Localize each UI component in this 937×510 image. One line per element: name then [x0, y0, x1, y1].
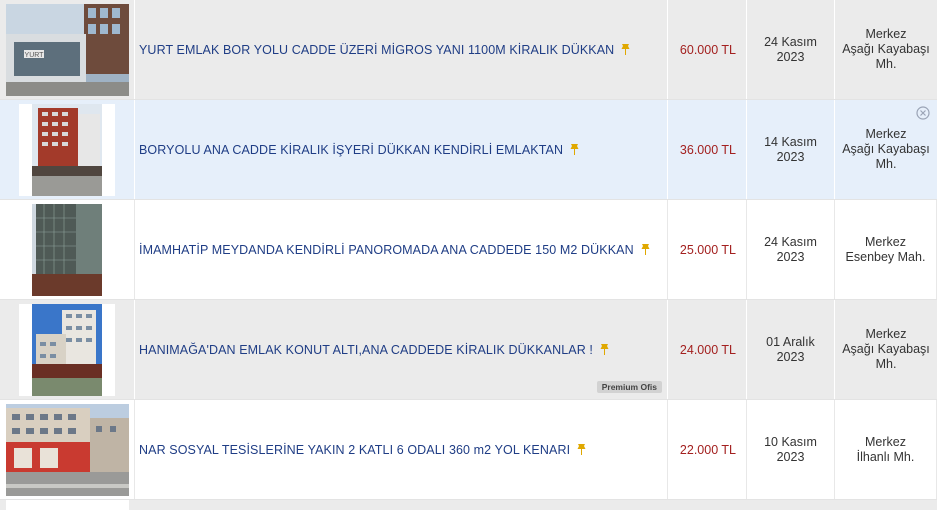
listing-title-link[interactable]: İMAMHATİP MEYDANDA KENDİRLİ PANOROMADA A… — [139, 243, 650, 257]
listing-thumbnail-cell[interactable] — [0, 400, 135, 499]
pin-icon — [600, 343, 609, 355]
listing-title-cell[interactable]: NAR SOSYAL TESİSLERİNE YAKIN 2 KATLI 6 O… — [135, 400, 668, 499]
listing-thumbnail-cell[interactable] — [0, 200, 135, 299]
listing-location-neighborhood: İlhanlı Mh. — [856, 449, 915, 464]
listing-date-year: 2023 — [776, 49, 805, 64]
pin-icon — [570, 143, 579, 155]
listing-thumbnail[interactable] — [19, 303, 115, 396]
listing-thumbnail-cell[interactable]: YURT — [0, 0, 135, 99]
storefront-photo: YURT — [5, 3, 129, 96]
pin-icon — [621, 43, 630, 55]
listing-date: 24 Kasım 2023 — [747, 0, 835, 99]
listing-location-district: Merkez — [865, 434, 906, 449]
storefront-sign: YURT — [24, 52, 44, 59]
listing-date-day: 24 Kasım — [764, 234, 817, 249]
listing-date-year: 2023 — [776, 449, 805, 464]
listing-location-suffix: Mh. — [875, 157, 897, 171]
listing-date: 10 Kasım 2023 — [747, 400, 835, 499]
listing-row[interactable]: NAR SOSYAL TESİSLERİNE YAKIN 2 KATLI 6 O… — [0, 400, 937, 500]
listing-location-neighborhood: Aşağı Kayabaşı — [842, 342, 930, 356]
listing-date-day: 14 Kasım — [764, 134, 817, 149]
listing-price: 36.000 TL — [668, 100, 747, 199]
listing-row[interactable]: HANIMAĞA'DAN EMLAK KONUT ALTI,ANA CADDED… — [0, 300, 937, 400]
listing-title-link[interactable]: HANIMAĞA'DAN EMLAK KONUT ALTI,ANA CADDED… — [139, 343, 609, 357]
listing-location-district: Merkez — [865, 234, 906, 249]
listing-location-neighborhood: Esenbey Mah. — [845, 249, 926, 264]
listing-thumbnail[interactable] — [19, 103, 115, 196]
listing-date-day: 10 Kasım — [764, 434, 817, 449]
listing-thumbnail[interactable]: YURT — [5, 3, 129, 96]
listing-row[interactable]: İMAMHATİP MEYDANDA KENDİRLİ PANOROMADA A… — [0, 200, 937, 300]
close-icon[interactable] — [916, 106, 930, 120]
listing-location: Merkez Aşağı Kayabaşı Mh. — [835, 0, 937, 99]
listing-thumbnail[interactable] — [5, 403, 129, 496]
premium-badge: Premium Ofis — [596, 381, 662, 393]
listing-date-year: 2023 — [776, 249, 805, 264]
listing-thumbnail-partial[interactable] — [0, 500, 135, 510]
listing-table: YURT YURT EMLAK BOR YOLU CADDE ÜZERİ MİG… — [0, 0, 937, 510]
listing-title-cell[interactable]: İMAMHATİP MEYDANDA KENDİRLİ PANOROMADA A… — [135, 200, 668, 299]
listing-row[interactable]: YURT YURT EMLAK BOR YOLU CADDE ÜZERİ MİG… — [0, 0, 937, 100]
listing-title-link[interactable]: YURT EMLAK BOR YOLU CADDE ÜZERİ MİGROS Y… — [139, 43, 630, 57]
listing-row-partial[interactable] — [0, 500, 937, 510]
listing-location-suffix: Mh. — [875, 357, 897, 371]
listing-row[interactable]: BORYOLU ANA CADDE KİRALIK İŞYERİ DÜKKAN … — [0, 100, 937, 200]
listing-title-cell[interactable]: HANIMAĞA'DAN EMLAK KONUT ALTI,ANA CADDED… — [135, 300, 668, 399]
listing-title-cell[interactable]: BORYOLU ANA CADDE KİRALIK İŞYERİ DÜKKAN … — [135, 100, 668, 199]
building-photo — [32, 103, 102, 196]
listing-location-neighborhood: Aşağı Kayabaşı — [842, 42, 930, 56]
listing-location-district: Merkez — [865, 327, 907, 341]
listing-title-link[interactable]: BORYOLU ANA CADDE KİRALIK İŞYERİ DÜKKAN … — [139, 143, 579, 157]
listing-location-suffix: Mh. — [875, 57, 897, 71]
listing-date-day: 24 Kasım — [764, 34, 817, 49]
residence-photo — [32, 303, 102, 396]
listing-title-cell[interactable]: YURT EMLAK BOR YOLU CADDE ÜZERİ MİGROS Y… — [135, 0, 668, 99]
listing-thumbnail-cell[interactable] — [0, 300, 135, 399]
listing-price: 24.000 TL — [668, 300, 747, 399]
listing-date: 24 Kasım 2023 — [747, 200, 835, 299]
listing-price: 60.000 TL — [668, 0, 747, 99]
listing-location-district: Merkez — [865, 127, 907, 141]
listing-price: 22.000 TL — [668, 400, 747, 499]
listing-date-year: 2023 — [776, 349, 805, 364]
listing-location: Merkez İlhanlı Mh. — [835, 400, 937, 499]
listing-price: 25.000 TL — [668, 200, 747, 299]
listing-date-year: 2023 — [776, 149, 805, 164]
listing-location-district: Merkez — [865, 27, 907, 41]
listing-location-neighborhood: Aşağı Kayabaşı — [842, 142, 930, 156]
listing-thumbnail-cell[interactable] — [0, 100, 135, 199]
listing-location: Merkez Aşağı Kayabaşı Mh. — [835, 300, 937, 399]
pin-icon — [641, 243, 650, 255]
street-building-photo — [5, 403, 129, 496]
listing-date-day: 01 Aralık — [766, 334, 815, 349]
listing-title-link[interactable]: NAR SOSYAL TESİSLERİNE YAKIN 2 KATLI 6 O… — [139, 443, 586, 457]
glass-building-photo — [32, 203, 102, 296]
listing-location: Merkez Esenbey Mah. — [835, 200, 937, 299]
listing-date: 14 Kasım 2023 — [747, 100, 835, 199]
pin-icon — [577, 443, 586, 455]
listing-date: 01 Aralık 2023 — [747, 300, 835, 399]
listing-thumbnail[interactable] — [19, 203, 115, 296]
